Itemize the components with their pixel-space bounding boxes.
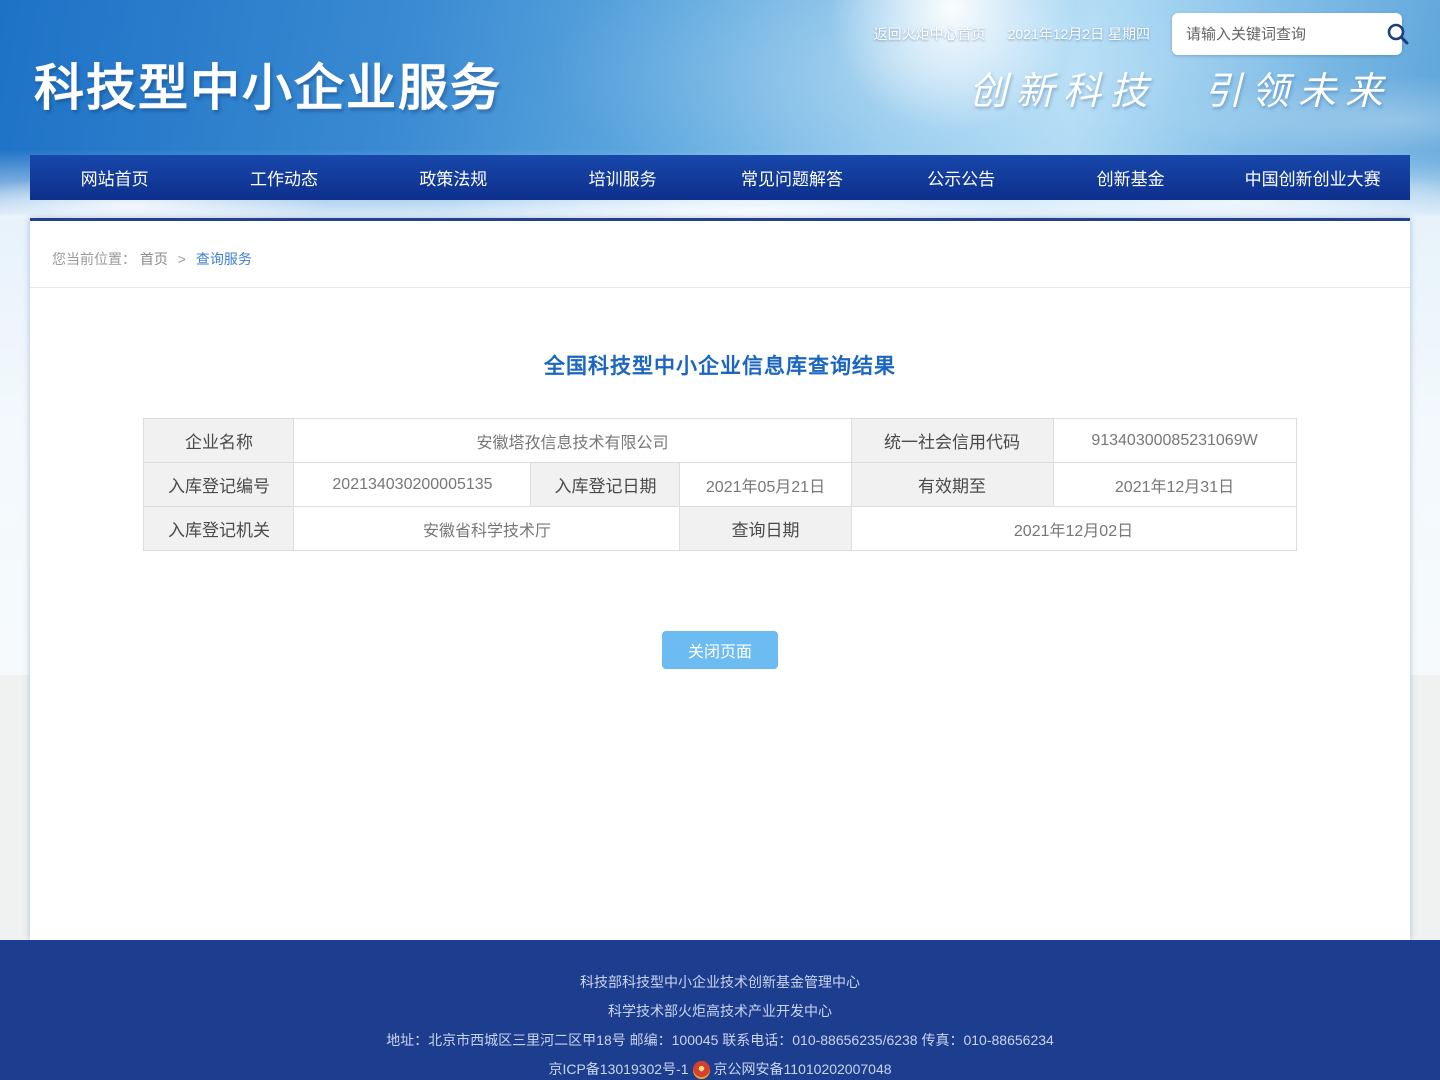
top-utility-bar: 返回火炬中心首页 2021年12月2日 星期四: [874, 13, 1402, 55]
nav-item-policies[interactable]: 政策法规: [369, 155, 538, 200]
breadcrumb-current-link[interactable]: 查询服务: [196, 251, 252, 267]
nav-item-work-news[interactable]: 工作动态: [199, 155, 368, 200]
footer-org-line-1: 科技部科技型中小企业技术创新基金管理中心: [0, 968, 1440, 997]
breadcrumb: 您当前位置： 首页 > 查询服务: [30, 221, 1410, 288]
valid-until-label: 有效期至: [851, 463, 1053, 507]
police-badge-icon: [693, 1061, 710, 1079]
reg-agency-label: 入库登记机关: [144, 507, 294, 551]
company-name-label: 企业名称: [144, 419, 294, 463]
page-footer: 科技部科技型中小企业技术创新基金管理中心 科学技术部火炬高技术产业开发中心 地址…: [0, 940, 1440, 1080]
police-record-link[interactable]: 京公网安备11010202007048: [714, 1055, 892, 1080]
main-navigation: 网站首页 工作动态 政策法规 培训服务 常见问题解答 公示公告 创新基金 中国创…: [30, 155, 1410, 200]
company-name-value: 安徽塔孜信息技术有限公司: [294, 419, 851, 463]
query-date-value: 2021年12月02日: [851, 507, 1296, 551]
site-logo: 科技型中小企业服务: [34, 48, 502, 120]
reg-number-value: 202134030200005135: [294, 463, 531, 507]
nav-item-faq[interactable]: 常见问题解答: [707, 155, 876, 200]
credit-code-label: 统一社会信用代码: [851, 419, 1053, 463]
footer-address-line: 地址：北京市西城区三里河二区甲18号 邮编：100045 联系电话：010-88…: [0, 1026, 1440, 1055]
reg-number-label: 入库登记编号: [144, 463, 294, 507]
nav-item-home[interactable]: 网站首页: [30, 155, 199, 200]
table-row: 企业名称 安徽塔孜信息技术有限公司 统一社会信用代码 9134030008523…: [144, 419, 1296, 463]
main-content-panel: 您当前位置： 首页 > 查询服务 全国科技型中小企业信息库查询结果 企业名称 安…: [30, 218, 1410, 940]
icp-record-link[interactable]: 京ICP备13019302号-1: [548, 1055, 688, 1080]
credit-code-value: 91340300085231069W: [1053, 419, 1296, 463]
nav-item-innovation-fund[interactable]: 创新基金: [1046, 155, 1215, 200]
nav-item-innovation-competition[interactable]: 中国创新创业大赛: [1215, 155, 1410, 200]
nav-item-announcements[interactable]: 公示公告: [877, 155, 1046, 200]
valid-until-value: 2021年12月31日: [1053, 463, 1296, 507]
back-to-torch-center-link[interactable]: 返回火炬中心首页: [874, 24, 986, 44]
reg-date-label: 入库登记日期: [531, 463, 680, 507]
reg-date-value: 2021年05月21日: [680, 463, 851, 507]
table-row: 入库登记机关 安徽省科学技术厅 查询日期 2021年12月02日: [144, 507, 1296, 551]
footer-registration-line: 京ICP备13019302号-1 京公网安备11010202007048: [0, 1055, 1440, 1080]
footer-org-line-2: 科学技术部火炬高技术产业开发中心: [0, 997, 1440, 1026]
table-row: 入库登记编号 202134030200005135 入库登记日期 2021年05…: [144, 463, 1296, 507]
reg-agency-value: 安徽省科学技术厅: [294, 507, 680, 551]
breadcrumb-separator: >: [178, 251, 186, 267]
nav-item-training[interactable]: 培训服务: [538, 155, 707, 200]
search-input[interactable]: [1186, 26, 1385, 43]
query-date-label: 查询日期: [680, 507, 851, 551]
search-box: [1172, 13, 1402, 55]
page-title: 全国科技型中小企业信息库查询结果: [30, 350, 1410, 380]
search-icon[interactable]: [1385, 19, 1411, 49]
breadcrumb-prefix: 您当前位置：: [52, 251, 136, 267]
slogan-text: 创新科技 引领未来: [969, 60, 1392, 115]
result-table: 企业名称 安徽塔孜信息技术有限公司 统一社会信用代码 9134030008523…: [143, 418, 1296, 551]
current-date-text: 2021年12月2日 星期四: [1008, 24, 1150, 44]
page-root: 科技型中小企业服务 返回火炬中心首页 2021年12月2日 星期四 创新科技 引…: [0, 0, 1440, 1080]
close-page-button[interactable]: 关闭页面: [662, 631, 778, 669]
breadcrumb-home-link[interactable]: 首页: [140, 251, 168, 267]
